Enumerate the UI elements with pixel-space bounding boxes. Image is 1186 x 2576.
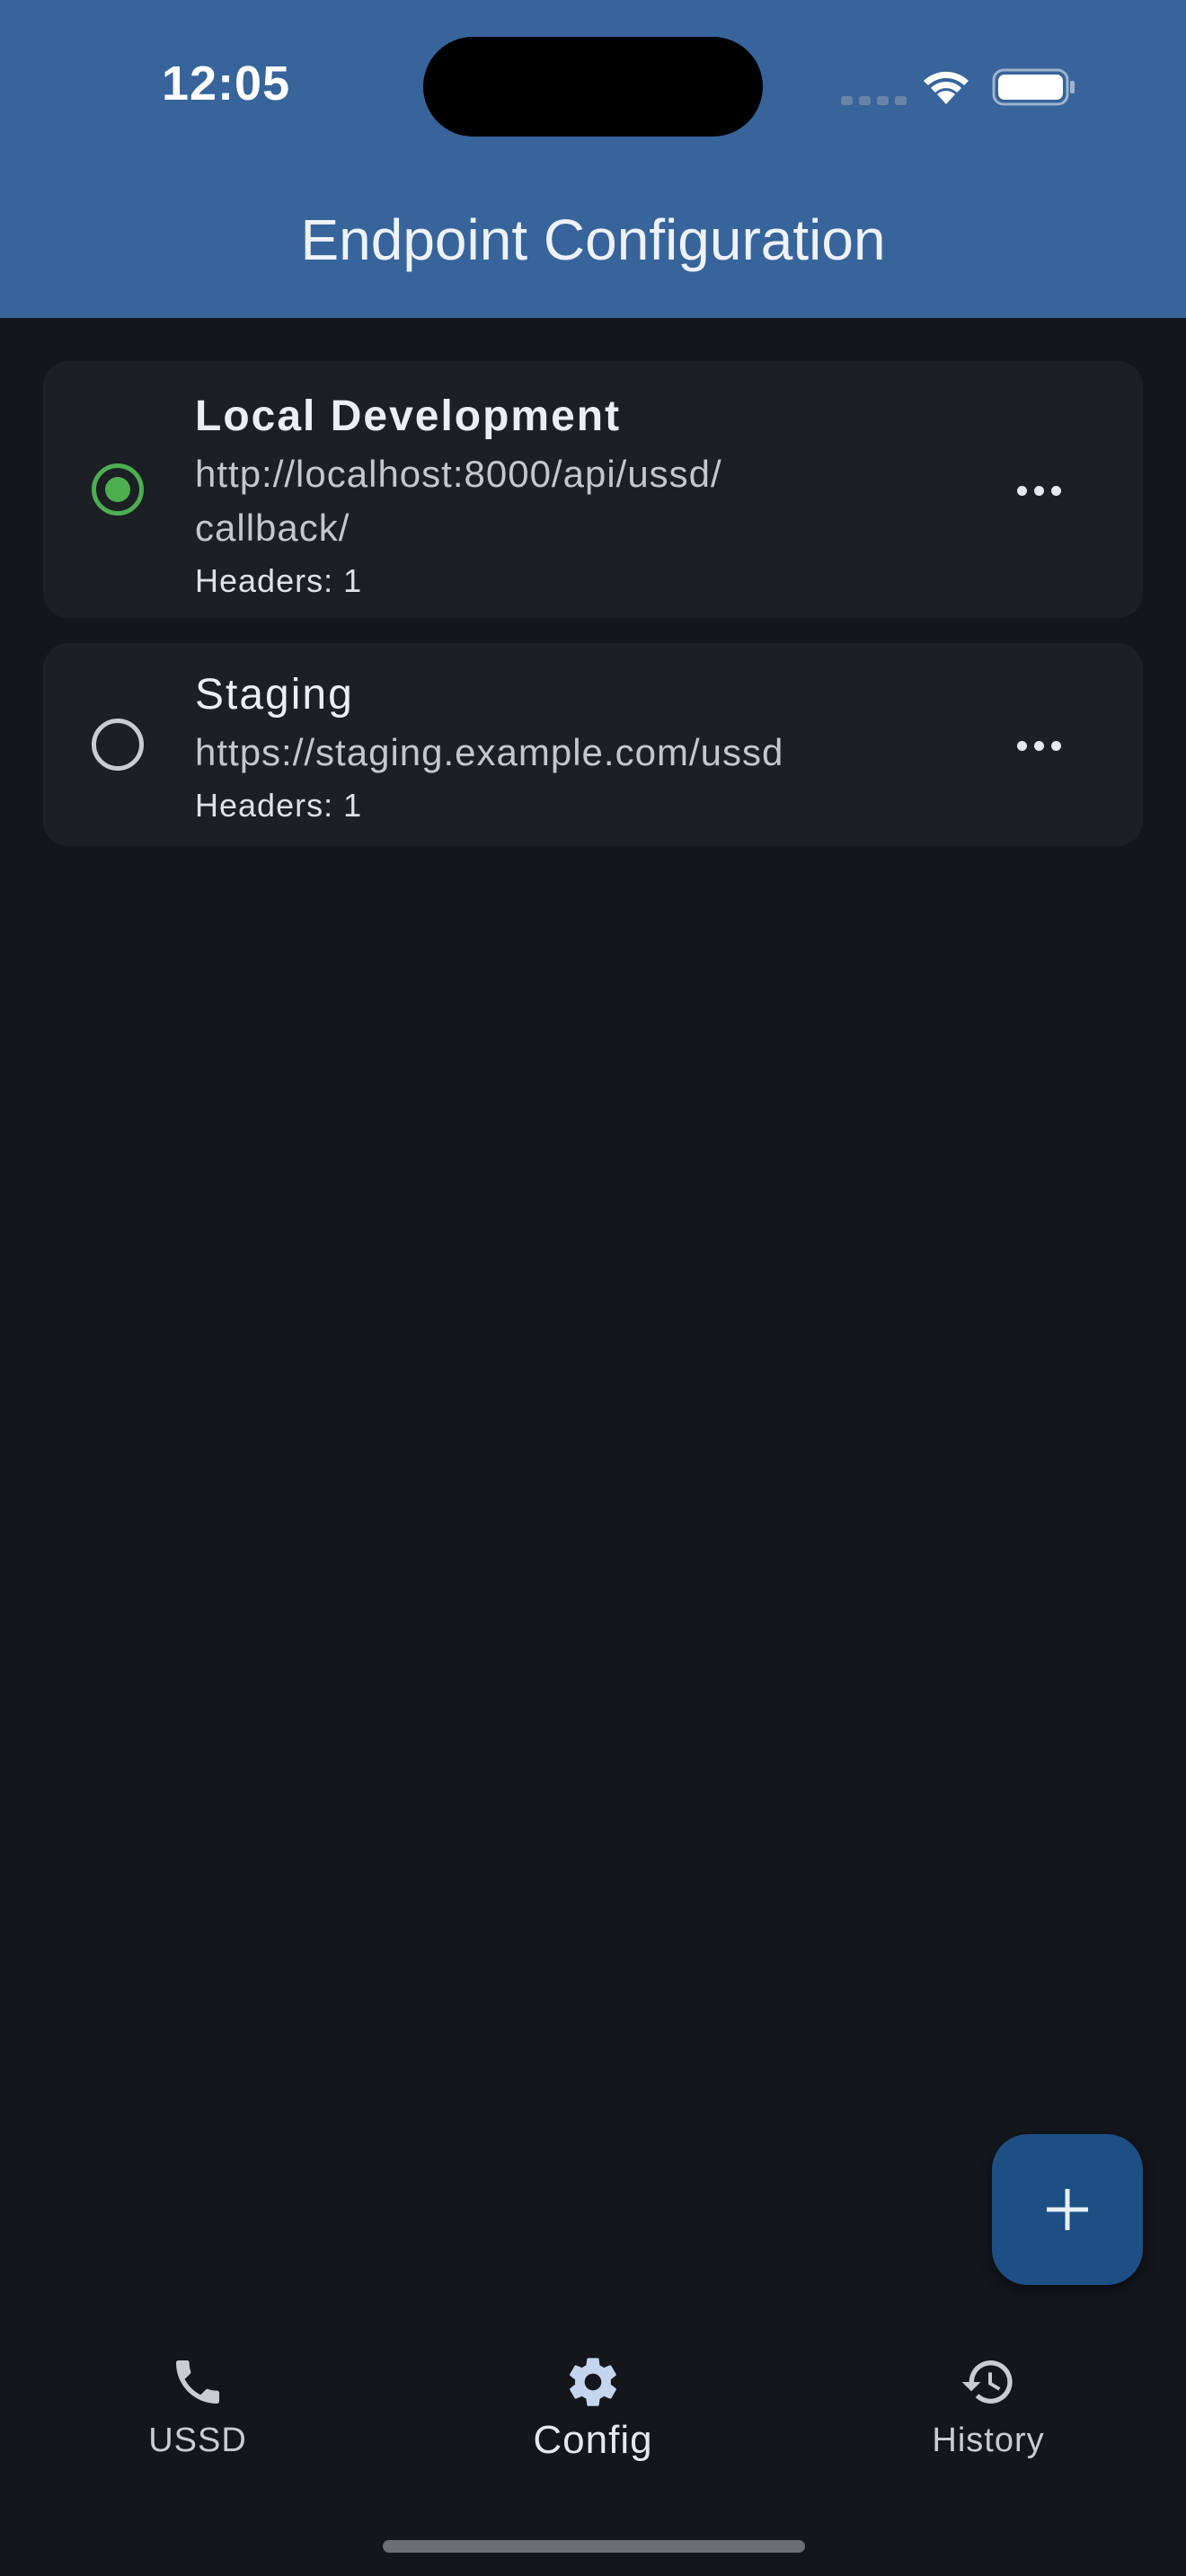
more-icon-dot bbox=[1033, 740, 1044, 751]
endpoint-radio-selected[interactable] bbox=[92, 463, 144, 516]
endpoint-card[interactable]: Staging https://staging.example.com/ussd… bbox=[43, 643, 1143, 846]
wifi-icon bbox=[924, 71, 969, 104]
more-options-button[interactable] bbox=[996, 710, 1082, 781]
endpoint-name: Local Development bbox=[195, 393, 622, 440]
endpoint-details: Local Development http://localhost:8000/… bbox=[195, 388, 896, 602]
nav-item-config[interactable]: Config bbox=[458, 2353, 728, 2463]
dynamic-island bbox=[423, 37, 763, 137]
more-icon-dot bbox=[1016, 485, 1027, 496]
nav-label-ussd: USSD bbox=[148, 2422, 247, 2459]
phone-icon bbox=[176, 2360, 219, 2404]
endpoint-url: https://staging.example.com/ussd bbox=[195, 731, 784, 773]
endpoint-url-line: http://localhost:8000/api/ussd/ bbox=[195, 453, 722, 495]
plus-icon bbox=[1047, 2189, 1088, 2230]
endpoint-card[interactable]: Local Development http://localhost:8000/… bbox=[43, 361, 1143, 618]
history-icon bbox=[961, 2360, 1013, 2404]
gear-icon bbox=[570, 2358, 616, 2406]
nav-item-ussd[interactable]: USSD bbox=[63, 2353, 332, 2460]
nav-label-history: History bbox=[932, 2422, 1045, 2459]
status-time: 12:05 bbox=[162, 57, 291, 110]
endpoint-url: http://localhost:8000/api/ussd/ callback… bbox=[195, 447, 896, 555]
endpoint-headers-count: Headers: 1 bbox=[195, 562, 363, 599]
nav-label-config: Config bbox=[533, 2418, 653, 2462]
page-title: Endpoint Configuration bbox=[300, 207, 886, 272]
more-icon-dot bbox=[1050, 740, 1061, 751]
add-endpoint-button[interactable] bbox=[992, 2134, 1143, 2285]
bottom-navigation: USSD Config History bbox=[0, 2317, 1186, 2576]
more-icon-dot bbox=[1050, 485, 1061, 496]
more-icon-dot bbox=[1033, 485, 1044, 496]
app-bar: 12:05 Endpoint Configuration bbox=[0, 0, 1186, 318]
more-options-button[interactable] bbox=[996, 454, 1082, 526]
home-indicator bbox=[383, 2540, 805, 2553]
endpoint-details: Staging https://staging.example.com/ussd… bbox=[195, 666, 896, 826]
nav-item-history[interactable]: History bbox=[854, 2353, 1123, 2460]
endpoint-url-line: callback/ bbox=[195, 507, 350, 549]
endpoint-headers-count: Headers: 1 bbox=[195, 787, 363, 824]
endpoint-radio[interactable] bbox=[92, 719, 144, 771]
endpoint-name: Staging bbox=[195, 671, 354, 719]
battery-icon bbox=[992, 68, 1075, 106]
cellular-signal-icon bbox=[841, 96, 907, 105]
more-icon-dot bbox=[1016, 740, 1027, 751]
